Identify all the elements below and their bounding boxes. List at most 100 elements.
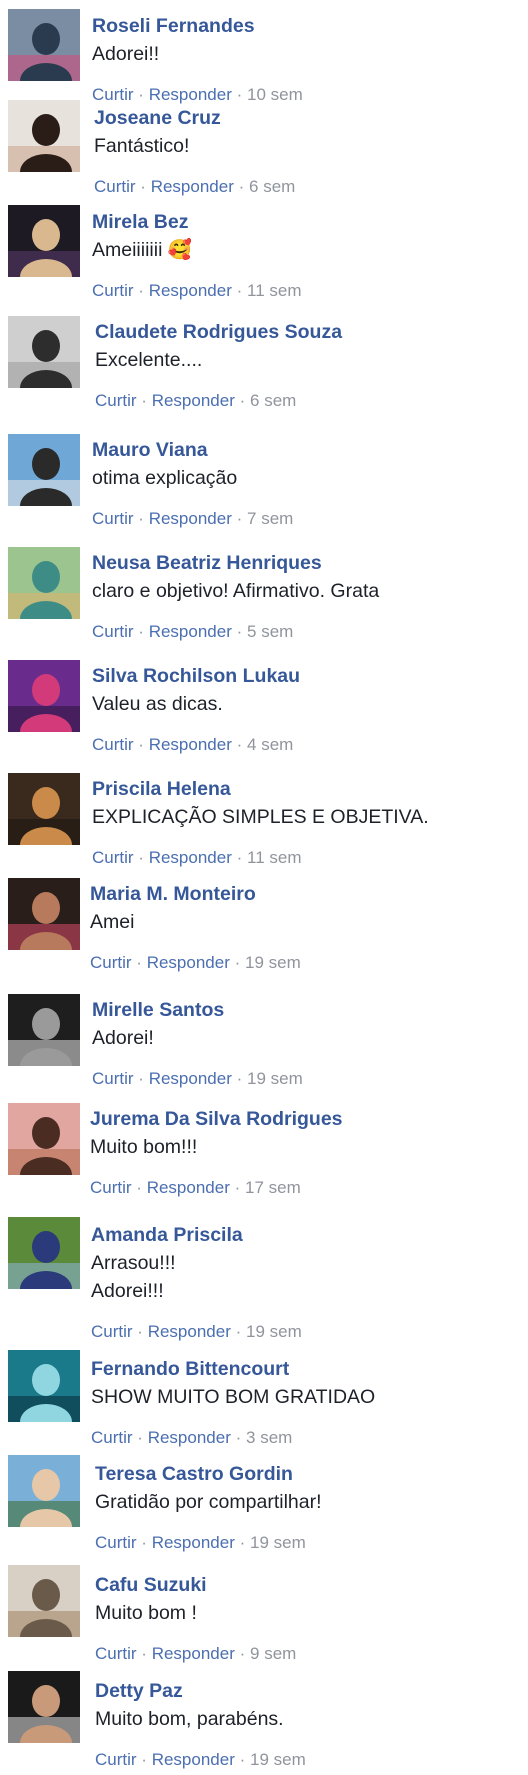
- comment-item: Joseane Cruz Fantástico! Curtir · Responde…: [0, 98, 528, 202]
- reply-link[interactable]: Responder: [149, 735, 232, 754]
- commenter-name[interactable]: Priscila Helena: [92, 777, 231, 801]
- avatar[interactable]: [8, 660, 80, 732]
- separator-dot: ·: [140, 177, 146, 196]
- like-link[interactable]: Curtir: [92, 735, 134, 754]
- comment-item: Priscila Helena EXPLICAÇÃO SIMPLES E OBJE…: [0, 769, 528, 873]
- like-link[interactable]: Curtir: [92, 1069, 134, 1088]
- avatar[interactable]: [8, 434, 80, 506]
- avatar[interactable]: [8, 1217, 80, 1289]
- avatar[interactable]: [8, 1671, 80, 1743]
- comment-text: Muito bom !: [95, 1602, 197, 1624]
- timestamp[interactable]: 6 sem: [249, 177, 295, 196]
- reply-link[interactable]: Responder: [149, 1069, 232, 1088]
- avatar[interactable]: [8, 878, 80, 950]
- separator-dot: ·: [141, 1750, 147, 1769]
- reply-link[interactable]: Responder: [147, 953, 230, 972]
- reply-link[interactable]: Responder: [152, 1533, 235, 1552]
- commenter-name[interactable]: Cafu Suzuki: [95, 1573, 207, 1597]
- commenter-name[interactable]: Amanda Priscila: [91, 1223, 243, 1247]
- separator-dot: ·: [138, 735, 144, 754]
- timestamp[interactable]: 5 sem: [247, 622, 293, 641]
- commenter-name[interactable]: Maria M. Monteiro: [90, 882, 256, 906]
- timestamp[interactable]: 3 sem: [246, 1428, 292, 1447]
- timestamp[interactable]: 19 sem: [250, 1533, 306, 1552]
- commenter-name[interactable]: Fernando Bittencourt: [91, 1357, 289, 1381]
- reply-link[interactable]: Responder: [149, 281, 232, 300]
- timestamp[interactable]: 4 sem: [247, 735, 293, 754]
- like-link[interactable]: Curtir: [92, 848, 134, 867]
- avatar[interactable]: [8, 9, 80, 81]
- timestamp[interactable]: 11 sem: [247, 281, 302, 300]
- timestamp[interactable]: 19 sem: [247, 1069, 303, 1088]
- like-link[interactable]: Curtir: [91, 1322, 133, 1341]
- comment-item: Silva Rochilson Lukau Valeu as dicas. Curt…: [0, 656, 528, 760]
- reply-link[interactable]: Responder: [149, 509, 232, 528]
- reply-link[interactable]: Responder: [147, 1178, 230, 1197]
- separator-dot: ·: [236, 1069, 243, 1088]
- like-link[interactable]: Curtir: [92, 509, 134, 528]
- comment-item: Cafu Suzuki Muito bom ! Curtir · Responder…: [0, 1565, 528, 1669]
- timestamp[interactable]: 6 sem: [250, 391, 296, 410]
- avatar[interactable]: [8, 994, 80, 1066]
- timestamp[interactable]: 19 sem: [246, 1322, 302, 1341]
- avatar[interactable]: [8, 1350, 80, 1422]
- like-link[interactable]: Curtir: [90, 1178, 132, 1197]
- avatar[interactable]: [8, 1565, 80, 1637]
- timestamp[interactable]: 9 sem: [250, 1644, 296, 1663]
- avatar[interactable]: [8, 1103, 80, 1175]
- comment-actions: Curtir · Responder · 19 sem: [90, 952, 301, 974]
- commenter-name[interactable]: Detty Paz: [95, 1679, 183, 1703]
- avatar[interactable]: [8, 100, 80, 172]
- avatar-photo-icon: [8, 773, 80, 845]
- avatar[interactable]: [8, 773, 80, 845]
- commenter-name[interactable]: Roseli Fernandes: [92, 14, 255, 38]
- like-link[interactable]: Curtir: [95, 1644, 137, 1663]
- avatar[interactable]: [8, 205, 80, 277]
- like-link[interactable]: Curtir: [92, 622, 134, 641]
- separator-dot: ·: [236, 509, 243, 528]
- reply-link[interactable]: Responder: [149, 848, 232, 867]
- comment-text: Valeu as dicas.: [92, 693, 223, 715]
- like-link[interactable]: Curtir: [95, 1533, 137, 1552]
- comment-item: Amanda Priscila Arrasou!!! Adorei!!! Curti…: [0, 1215, 528, 1347]
- separator-dot: ·: [138, 509, 144, 528]
- timestamp[interactable]: 19 sem: [250, 1750, 306, 1769]
- timestamp[interactable]: 7 sem: [247, 509, 293, 528]
- like-link[interactable]: Curtir: [91, 1428, 133, 1447]
- commenter-name[interactable]: Claudete Rodrigues Souza: [95, 320, 342, 344]
- commenter-name[interactable]: Neusa Beatriz Henriques: [92, 551, 322, 575]
- avatar[interactable]: [8, 1455, 80, 1527]
- commenter-name[interactable]: Joseane Cruz: [94, 106, 221, 130]
- avatar-photo-icon: [8, 547, 80, 619]
- comment-text: Adorei!!: [92, 43, 160, 65]
- like-link[interactable]: Curtir: [90, 953, 132, 972]
- like-link[interactable]: Curtir: [92, 281, 134, 300]
- like-link[interactable]: Curtir: [94, 177, 136, 196]
- reply-link[interactable]: Responder: [149, 622, 232, 641]
- reply-link[interactable]: Responder: [148, 1322, 231, 1341]
- reply-link[interactable]: Responder: [152, 1750, 235, 1769]
- commenter-name[interactable]: Teresa Castro Gordin: [95, 1462, 293, 1486]
- timestamp[interactable]: 17 sem: [245, 1178, 301, 1197]
- comment-actions: Curtir · Responder · 9 sem: [95, 1643, 296, 1665]
- avatar[interactable]: [8, 316, 80, 388]
- like-link[interactable]: Curtir: [95, 1750, 137, 1769]
- avatar[interactable]: [8, 547, 80, 619]
- commenter-name[interactable]: Mirela Bez: [92, 210, 188, 234]
- separator-dot: ·: [137, 1322, 143, 1341]
- timestamp[interactable]: 11 sem: [247, 848, 302, 867]
- separator-dot: ·: [141, 391, 147, 410]
- commenter-name[interactable]: Jurema Da Silva Rodrigues: [90, 1107, 343, 1131]
- avatar-photo-icon: [8, 1350, 80, 1422]
- reply-link[interactable]: Responder: [152, 391, 235, 410]
- commenter-name[interactable]: Mauro Viana: [92, 438, 208, 462]
- commenter-name[interactable]: Silva Rochilson Lukau: [92, 664, 300, 688]
- like-link[interactable]: Curtir: [95, 391, 137, 410]
- commenter-name[interactable]: Mirelle Santos: [92, 998, 224, 1022]
- avatar-photo-icon: [8, 1217, 80, 1289]
- reply-link[interactable]: Responder: [148, 1428, 231, 1447]
- timestamp[interactable]: 19 sem: [245, 953, 301, 972]
- reply-link[interactable]: Responder: [151, 177, 234, 196]
- avatar-photo-icon: [8, 205, 80, 277]
- reply-link[interactable]: Responder: [152, 1644, 235, 1663]
